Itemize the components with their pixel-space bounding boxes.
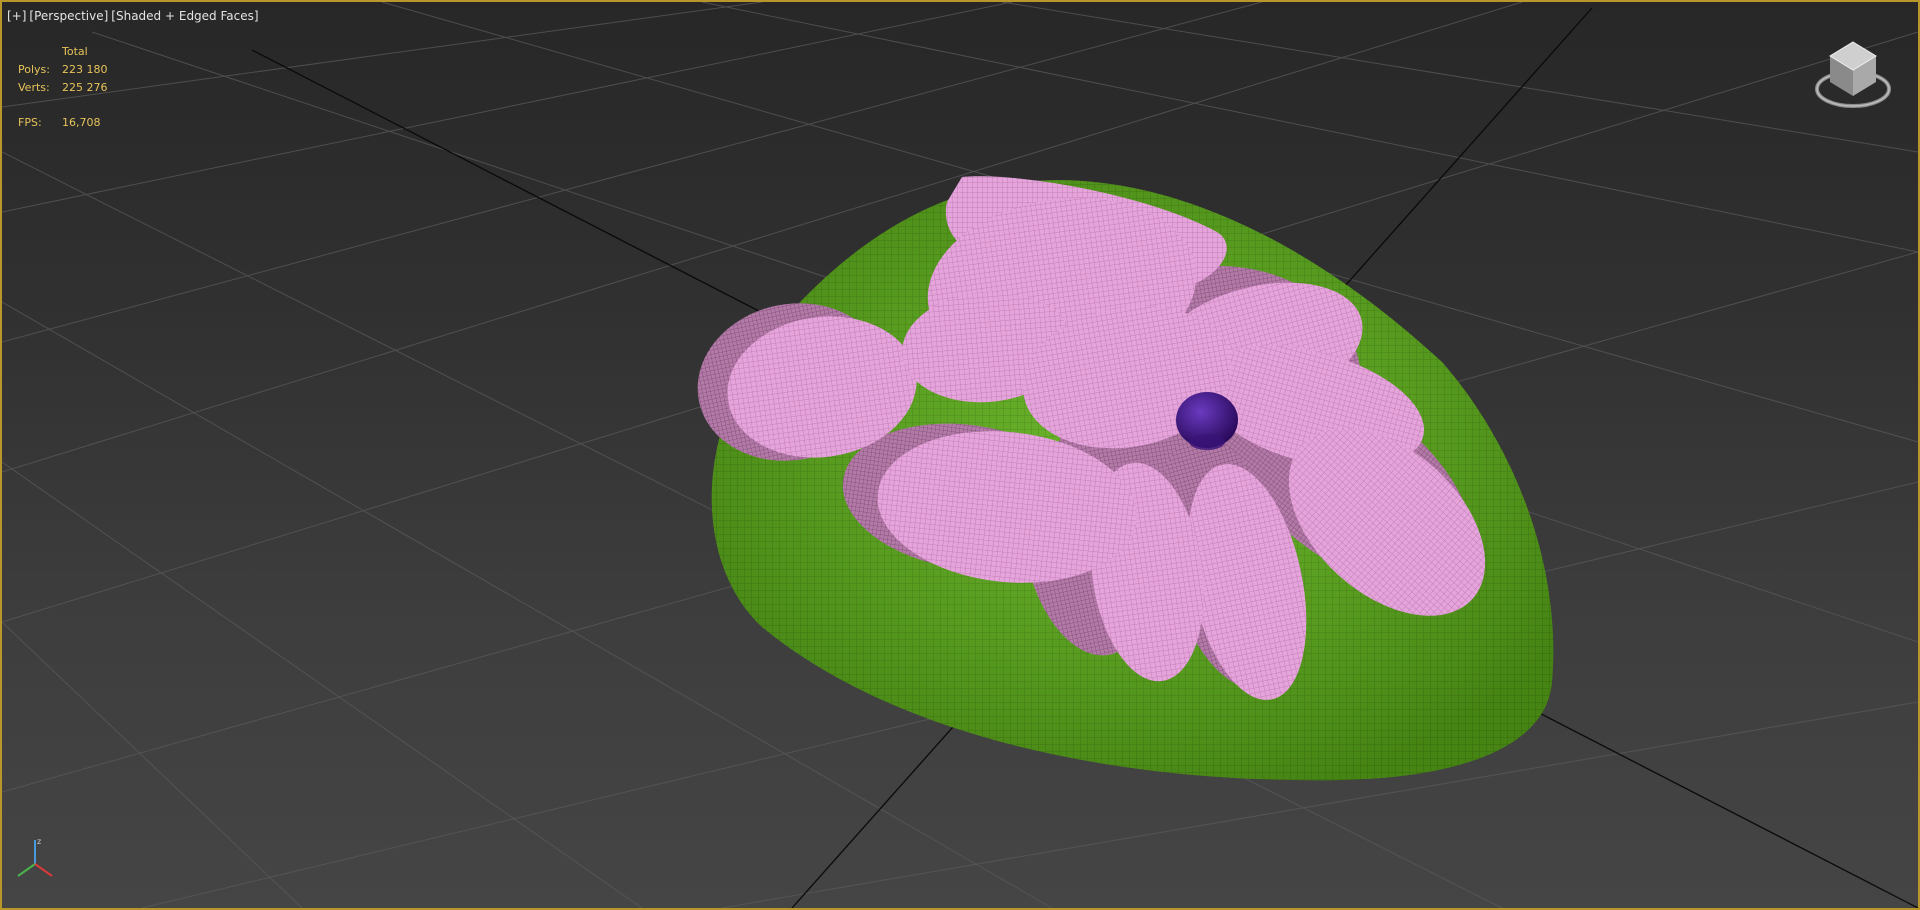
verts-value: 225 276	[62, 81, 108, 94]
viewcube-icon[interactable]	[1808, 34, 1898, 124]
verts-label: Verts:	[18, 81, 50, 94]
stats-fps-row: FPS: 16,708	[18, 114, 108, 132]
scene-statistics: Total Polys: 223 180 Verts: 225 276 FPS:…	[18, 43, 108, 132]
svg-text:z: z	[37, 837, 41, 846]
fps-value: 16,708	[62, 116, 101, 129]
stats-header: Total	[62, 45, 88, 58]
axis-tripod-icon: z	[17, 837, 53, 877]
stats-verts-row: Verts: 225 276	[18, 79, 108, 97]
perspective-viewport[interactable]: [+] [Perspective] [Shaded + Edged Faces] T…	[0, 0, 1920, 910]
stats-polys-row: Polys: 223 180	[18, 61, 108, 79]
viewport-view-button[interactable]: [Perspective]	[29, 9, 108, 23]
polys-label: Polys:	[18, 63, 50, 76]
scene-canvas[interactable]	[2, 2, 1918, 908]
viewport-menu-button[interactable]: [+]	[7, 9, 26, 23]
viewport-shading-button[interactable]: [Shaded + Edged Faces]	[111, 9, 258, 23]
polys-value: 223 180	[62, 63, 108, 76]
fps-label: FPS:	[18, 116, 42, 129]
viewport-label: [+] [Perspective] [Shaded + Edged Faces]	[7, 9, 262, 23]
